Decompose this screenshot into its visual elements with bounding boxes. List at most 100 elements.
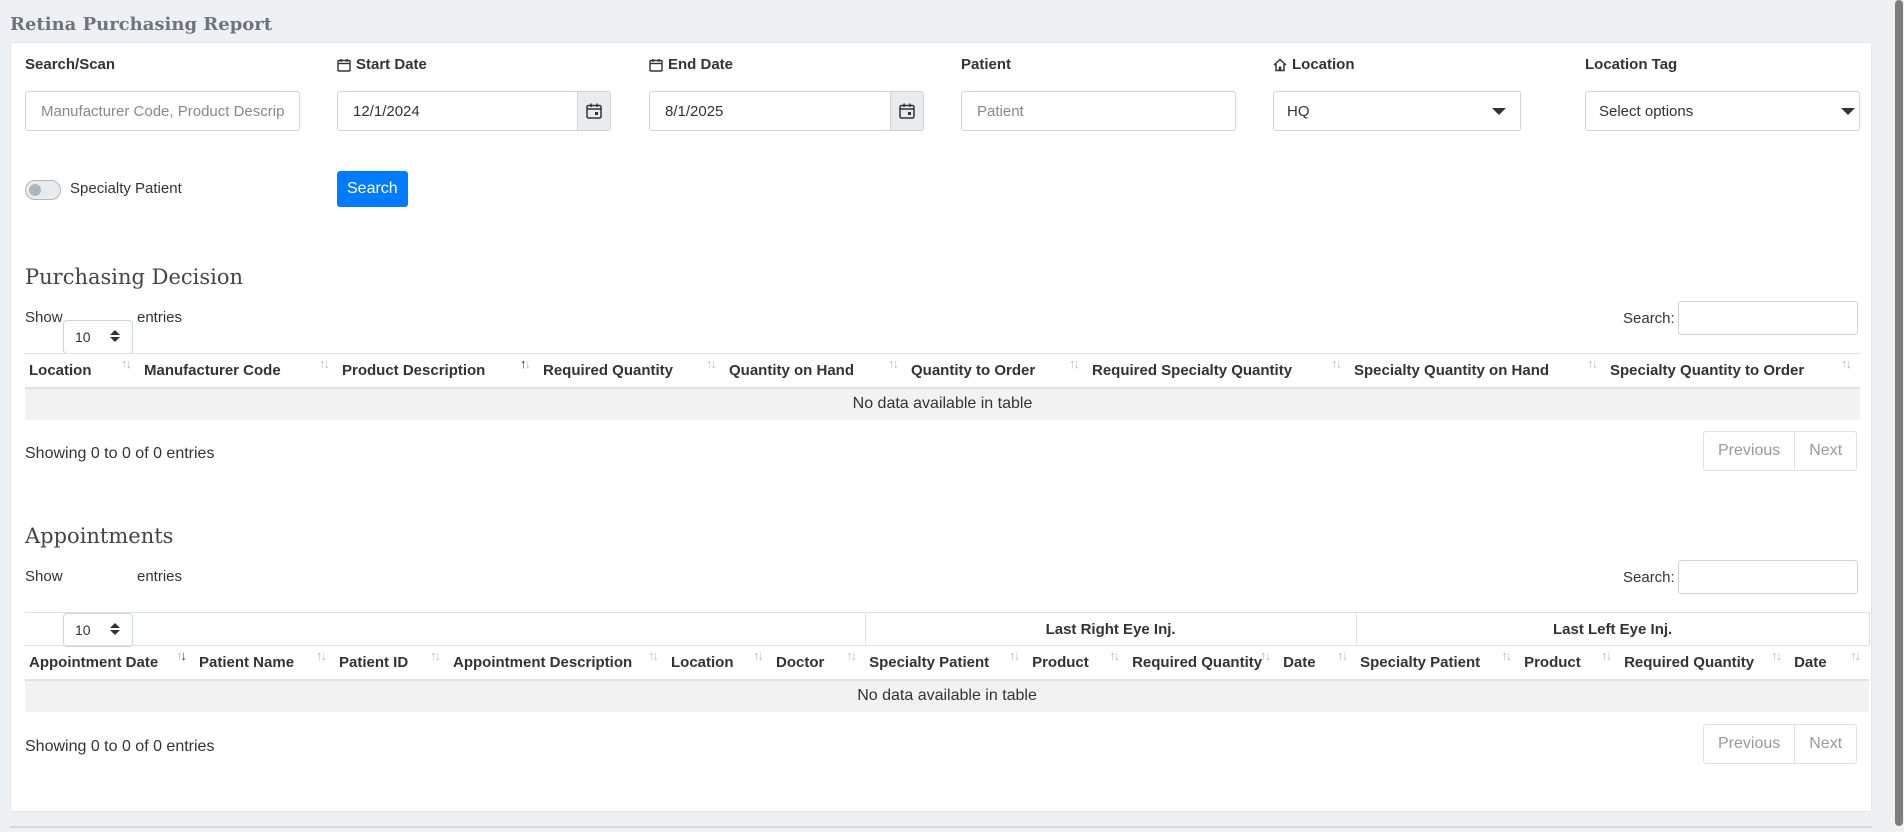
sort-icon: ↑↓ — [1331, 356, 1342, 371]
location-select[interactable]: HQ — [1273, 91, 1521, 131]
column-header[interactable]: Patient ID ↑↓ — [335, 645, 449, 681]
scrollbar-thumb[interactable] — [1895, 0, 1903, 826]
updown-caret-icon — [110, 330, 120, 342]
sort-icon: ↑↓ — [753, 648, 764, 663]
location-label: Location — [1273, 56, 1355, 73]
appointments-header-row: Appointment Date ↑↓ Patient Name ↑↓ Patien… — [25, 645, 1870, 681]
sort-icon: ↑↓ — [319, 356, 330, 371]
next-page-button[interactable]: Next — [1794, 432, 1856, 470]
column-header[interactable]: Date ↑↓ — [1279, 645, 1357, 681]
column-header[interactable]: Location ↑↓ — [25, 353, 140, 389]
sort-icon: ↑↓ — [1501, 648, 1512, 663]
column-header[interactable]: Appointment Description ↑↓ — [449, 645, 667, 681]
empty-table-message: No data available in table — [25, 679, 1870, 712]
purchasing-search-input[interactable] — [1678, 301, 1858, 335]
column-header[interactable]: Specialty Patient ↑↓ — [1356, 645, 1521, 681]
home-icon — [1273, 57, 1287, 71]
column-header[interactable]: Location ↑↓ — [667, 645, 772, 681]
next-page-button[interactable]: Next — [1794, 725, 1856, 763]
start-date-field[interactable]: 12/1/2024 — [337, 91, 611, 131]
end-date-field[interactable]: 8/1/2025 — [649, 91, 924, 131]
sort-icon: ↑↓ — [1771, 648, 1782, 663]
sort-icon: ↑↓ — [1109, 648, 1120, 663]
end-date-label: End Date — [649, 56, 733, 73]
sort-icon: ↑↓ — [846, 648, 857, 663]
column-header[interactable]: Quantity on Hand ↑↓ — [725, 353, 907, 389]
column-header[interactable]: Required Quantity ↑↓ — [1620, 645, 1791, 681]
page-bottom-divider — [10, 826, 1872, 828]
sort-icon: ↑↓ — [316, 648, 327, 663]
purchasing-table-info: Showing 0 to 0 of 0 entries — [25, 445, 215, 462]
column-header[interactable]: Date ↑↓ — [1790, 645, 1870, 681]
sort-icon: ↑↓ — [1850, 648, 1861, 663]
appointments-search-input[interactable] — [1678, 560, 1858, 594]
sort-asc-icon: ↑↓ — [520, 356, 531, 371]
purchasing-show-label: Show — [25, 309, 63, 326]
column-header[interactable]: Required Specialty Quantity ↑↓ — [1088, 353, 1350, 389]
start-date-label: Start Date — [337, 56, 427, 73]
start-date-picker-button[interactable] — [577, 92, 610, 130]
appointments-table: Last Right Eye Inj. Last Left Eye Inj. A… — [25, 612, 1870, 712]
report-card: Search/Scan Start Date 12/1/2024 End Dat… — [10, 42, 1872, 812]
patient-input[interactable] — [962, 102, 1235, 120]
column-header[interactable]: Specialty Patient ↑↓ — [865, 645, 1029, 681]
chevron-down-icon — [1841, 107, 1855, 115]
column-header[interactable]: Product ↑↓ — [1028, 645, 1129, 681]
group-header-spacer — [25, 612, 866, 646]
sort-desc-icon: ↑↓ — [176, 648, 187, 663]
patient-field[interactable] — [961, 91, 1236, 131]
column-header[interactable]: Appointment Date ↑↓ — [25, 645, 195, 681]
previous-page-button[interactable]: Previous — [1704, 725, 1794, 763]
sort-icon: ↑↓ — [1337, 648, 1348, 663]
sort-icon: ↑↓ — [888, 356, 899, 371]
start-date-value: 12/1/2024 — [353, 102, 420, 120]
search-scan-field[interactable] — [25, 91, 300, 131]
purchasing-page-length-value: 10 — [75, 329, 91, 345]
appointments-table-info: Showing 0 to 0 of 0 entries — [25, 738, 215, 755]
purchasing-table: Location ↑↓ Manufacturer Code ↑↓ Product D… — [25, 353, 1860, 420]
appointments-section-title: Appointments — [25, 524, 174, 548]
column-header[interactable]: Product ↑↓ — [1520, 645, 1621, 681]
column-header[interactable]: Manufacturer Code ↑↓ — [140, 353, 338, 389]
purchasing-header-row: Location ↑↓ Manufacturer Code ↑↓ Product D… — [25, 353, 1860, 389]
appointments-search-label: Search: — [1623, 569, 1675, 586]
patient-label: Patient — [961, 56, 1012, 73]
calendar-icon — [899, 103, 915, 119]
search-button[interactable]: Search — [337, 171, 408, 207]
location-tag-label: Location Tag — [1585, 56, 1678, 73]
search-scan-input[interactable] — [26, 102, 299, 120]
column-header[interactable]: Required Quantity ↑↓ — [1128, 645, 1280, 681]
specialty-patient-toggle[interactable] — [25, 180, 61, 200]
purchasing-section-title: Purchasing Decision — [25, 265, 244, 289]
column-header[interactable]: Specialty Quantity to Order ↑↓ — [1606, 353, 1860, 389]
column-header[interactable]: Product Description ↑↓ — [338, 353, 539, 389]
sort-icon: ↑↓ — [1009, 648, 1020, 663]
column-header[interactable]: Patient Name ↑↓ — [195, 645, 335, 681]
table-row: No data available in table — [25, 679, 1870, 712]
purchasing-page-length-select[interactable]: 10 — [63, 320, 133, 354]
purchasing-search-label: Search: — [1623, 310, 1675, 327]
group-header-right-eye: Last Right Eye Inj. — [864, 612, 1357, 646]
sort-icon: ↑↓ — [1841, 356, 1852, 371]
page-title: Retina Purchasing Report — [10, 14, 273, 35]
column-header[interactable]: Doctor ↑↓ — [772, 645, 866, 681]
purchasing-pagination: Previous Next — [1703, 431, 1858, 471]
location-tag-selected-value: Select options — [1599, 102, 1694, 120]
location-tag-select[interactable]: Select options — [1585, 91, 1860, 131]
column-header[interactable]: Required Quantity ↑↓ — [539, 353, 725, 389]
sort-icon: ↑↓ — [430, 648, 441, 663]
page-scrollbar[interactable] — [1894, 0, 1904, 832]
search-scan-label: Search/Scan — [25, 56, 116, 73]
previous-page-button[interactable]: Previous — [1704, 432, 1794, 470]
group-header-left-eye: Last Left Eye Inj. — [1356, 612, 1870, 646]
appointments-pagination: Previous Next — [1703, 724, 1858, 764]
specialty-patient-label: Specialty Patient — [70, 180, 182, 197]
appointments-entries-label: entries — [137, 568, 183, 585]
calendar-icon — [649, 58, 663, 72]
calendar-icon — [337, 58, 351, 72]
sort-icon: ↑↓ — [1587, 356, 1598, 371]
column-header[interactable]: Specialty Quantity on Hand ↑↓ — [1350, 353, 1606, 389]
end-date-picker-button[interactable] — [890, 92, 923, 130]
column-header[interactable]: Quantity to Order ↑↓ — [907, 353, 1088, 389]
sort-icon: ↑↓ — [1601, 648, 1612, 663]
